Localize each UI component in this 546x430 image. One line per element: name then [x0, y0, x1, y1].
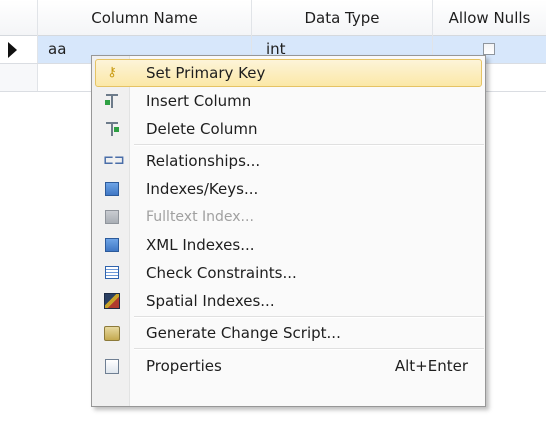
menu-item-xml-indexes[interactable]: XML Indexes... — [95, 231, 482, 259]
menu-item-label: Properties — [146, 357, 222, 375]
menu-separator — [134, 316, 484, 318]
context-menu: ⚷ Set Primary Key Insert Column Delete C… — [91, 55, 486, 407]
menu-item-relationships[interactable]: ⊏⊐ Relationships... — [95, 147, 482, 175]
header-row-indicator — [0, 0, 38, 36]
xml-indexes-icon — [103, 236, 121, 254]
menu-separator — [134, 144, 484, 146]
menu-item-label: Generate Change Script... — [146, 324, 341, 342]
menu-item-indexes-keys[interactable]: Indexes/Keys... — [95, 175, 482, 203]
allow-nulls-checkbox[interactable] — [483, 43, 495, 55]
menu-item-spatial-indexes[interactable]: Spatial Indexes... — [95, 287, 482, 315]
relationships-icon: ⊏⊐ — [103, 153, 125, 168]
menu-item-shortcut: Alt+Enter — [394, 357, 468, 375]
menu-item-label: Indexes/Keys... — [146, 180, 259, 198]
menu-item-insert-column[interactable]: Insert Column — [95, 87, 482, 115]
key-icon: ⚷ — [107, 65, 117, 80]
header-data-type[interactable]: Data Type — [252, 0, 433, 36]
spatial-indexes-icon — [103, 292, 121, 310]
menu-item-fulltext-index: Fulltext Index... — [95, 203, 482, 231]
menu-item-label: Delete Column — [146, 120, 258, 138]
menu-item-generate-change-script[interactable]: Generate Change Script... — [95, 319, 482, 347]
menu-item-label: XML Indexes... — [146, 236, 255, 254]
menu-item-set-primary-key[interactable]: ⚷ Set Primary Key — [95, 59, 482, 87]
header-column-name[interactable]: Column Name — [38, 0, 252, 36]
menu-item-label: Set Primary Key — [146, 64, 266, 82]
grid-header: Column Name Data Type Allow Nulls — [0, 0, 546, 36]
generate-script-icon — [103, 324, 121, 342]
current-row-arrow-icon — [8, 42, 17, 58]
menu-item-label: Spatial Indexes... — [146, 292, 275, 310]
properties-icon — [103, 357, 121, 375]
table-designer: Column Name Data Type Allow Nulls aa int… — [0, 0, 546, 430]
fulltext-index-icon — [103, 208, 121, 226]
menu-separator — [134, 348, 484, 350]
menu-item-label: Check Constraints... — [146, 264, 297, 282]
menu-item-label: Fulltext Index... — [146, 209, 254, 225]
menu-item-label: Relationships... — [146, 152, 261, 170]
insert-column-icon — [103, 92, 121, 110]
indexes-keys-icon — [103, 180, 121, 198]
menu-item-label: Insert Column — [146, 92, 252, 110]
menu-item-delete-column[interactable]: Delete Column — [95, 115, 482, 143]
header-allow-nulls[interactable]: Allow Nulls — [433, 0, 546, 36]
menu-item-check-constraints[interactable]: Check Constraints... — [95, 259, 482, 287]
menu-item-properties[interactable]: Properties Alt+Enter — [95, 352, 482, 380]
check-constraints-icon — [103, 264, 121, 282]
row-selector[interactable] — [0, 36, 38, 63]
delete-column-icon — [103, 120, 121, 138]
row-selector[interactable] — [0, 64, 38, 91]
